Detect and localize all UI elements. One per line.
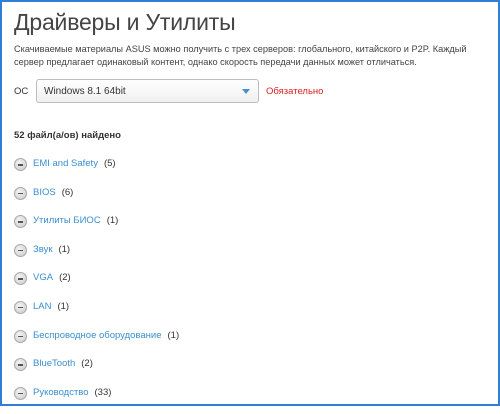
page-title: Драйверы и Утилиты bbox=[14, 9, 236, 35]
list-item: Звук (1) bbox=[14, 243, 179, 272]
list-item: EMI and Safety (5) bbox=[14, 157, 179, 186]
os-select[interactable]: Windows 8.1 64bit bbox=[36, 79, 259, 103]
category-link[interactable]: BIOS bbox=[33, 186, 56, 200]
list-item: Беспроводное оборудование (1) bbox=[14, 329, 179, 358]
list-item: Руководство (33) bbox=[14, 386, 179, 414]
category-count: (1) bbox=[57, 300, 70, 312]
category-count: (5) bbox=[103, 158, 116, 169]
results-count: 52 файл(а/ов) найдено bbox=[14, 130, 121, 141]
category-count: (33) bbox=[94, 386, 112, 398]
chevron-down-icon bbox=[242, 88, 250, 94]
category-link[interactable]: BlueTooth bbox=[33, 357, 75, 371]
collapse-icon[interactable] bbox=[14, 272, 27, 286]
os-label: ОС bbox=[14, 85, 29, 97]
collapse-icon[interactable] bbox=[14, 215, 27, 229]
category-link[interactable]: Утилиты БИОС bbox=[33, 214, 101, 228]
category-count: (2) bbox=[59, 272, 71, 284]
category-link[interactable]: Звук bbox=[33, 243, 52, 257]
list-item: Утилиты БИОС (1) bbox=[14, 214, 179, 243]
category-link[interactable]: LAN bbox=[33, 300, 51, 314]
category-link[interactable]: VGA bbox=[33, 271, 53, 285]
list-item: BlueTooth (2) bbox=[14, 357, 179, 386]
collapse-icon[interactable] bbox=[14, 158, 27, 171]
category-link[interactable]: Беспроводное оборудование bbox=[33, 329, 162, 343]
category-count: (1) bbox=[58, 243, 71, 255]
required-label: Обязательно bbox=[266, 85, 324, 97]
category-count: (6) bbox=[61, 186, 74, 198]
category-link[interactable]: Руководство bbox=[33, 386, 89, 400]
collapse-icon[interactable] bbox=[14, 186, 27, 200]
collapse-icon[interactable] bbox=[14, 329, 27, 343]
category-count: (2) bbox=[81, 358, 93, 370]
category-count: (1) bbox=[167, 329, 180, 341]
category-link[interactable]: EMI and Safety bbox=[33, 157, 98, 171]
list-item: BIOS (6) bbox=[14, 186, 179, 215]
collapse-icon[interactable] bbox=[14, 300, 27, 314]
window-frame: Драйверы и Утилиты Скачиваемые материалы… bbox=[0, 0, 500, 406]
category-list: EMI and Safety (5) BIOS (6) Утилиты БИОС… bbox=[14, 157, 179, 414]
collapse-icon[interactable] bbox=[14, 243, 27, 257]
os-selected-value: Windows 8.1 64bit bbox=[44, 85, 126, 97]
main-content: Драйверы и Утилиты Скачиваемые материалы… bbox=[14, 9, 490, 400]
collapse-icon[interactable] bbox=[14, 358, 27, 372]
collapse-icon[interactable] bbox=[14, 386, 27, 400]
list-item: VGA (2) bbox=[14, 271, 179, 300]
list-item: LAN (1) bbox=[14, 300, 179, 329]
category-count: (1) bbox=[106, 215, 119, 227]
os-row: ОС Windows 8.1 64bit Обязательно bbox=[14, 78, 323, 104]
page-description: Скачиваемые материалы ASUS можно получит… bbox=[14, 44, 467, 67]
